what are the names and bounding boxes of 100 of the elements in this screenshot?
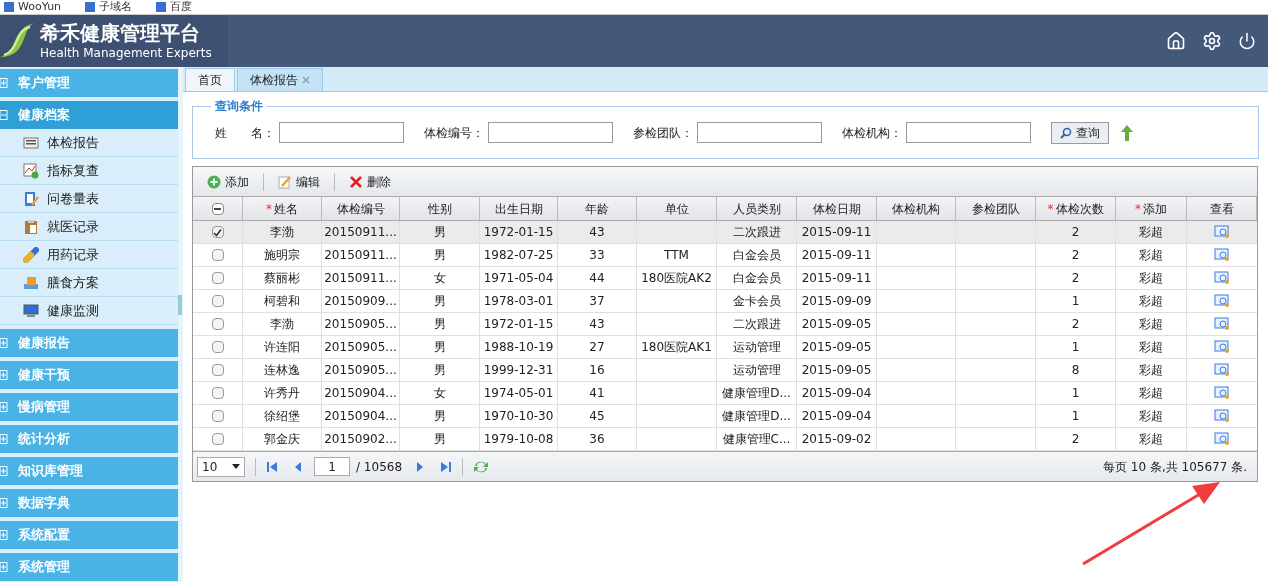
table-row[interactable]: 施明宗 20150911... 男 1982-07-25 33 TTM 白金会员 2015-09-11 2 彩超: [193, 244, 1257, 267]
table-cell-text: 2015-09-04: [801, 385, 872, 402]
view-icon[interactable]: [1214, 409, 1230, 423]
row-checkbox[interactable]: [211, 272, 224, 284]
row-checkbox[interactable]: [211, 341, 224, 353]
table-cell-text: 1971-05-04: [483, 270, 554, 287]
refresh-icon[interactable]: [473, 459, 490, 474]
table-row[interactable]: 柯碧和 20150909... 男 1978-03-01 37 金卡会员 2015-09-09 1 彩超: [193, 290, 1257, 313]
table-cell-text: 彩超: [1139, 247, 1163, 264]
total-pages: / 10568: [356, 458, 403, 476]
column-header[interactable]: * 姓名: [243, 197, 322, 220]
table-cell-text: 男: [433, 408, 446, 425]
column-header[interactable]: 体检日期: [797, 197, 877, 220]
view-icon[interactable]: [1214, 248, 1230, 262]
notepad-icon: [23, 190, 39, 207]
row-checkbox[interactable]: [211, 364, 224, 376]
view-icon[interactable]: [1214, 386, 1230, 400]
monitor-icon: [23, 302, 39, 319]
row-checkbox[interactable]: [211, 318, 224, 330]
toolbar-button[interactable]: 编辑: [274, 172, 324, 191]
select-all-checkbox[interactable]: [211, 202, 224, 215]
input-field[interactable]: [488, 122, 613, 143]
search-button[interactable]: 查询: [1051, 121, 1109, 144]
input-field[interactable]: [697, 122, 822, 143]
column-header[interactable]: 单位: [637, 197, 717, 220]
tab[interactable]: 首页: [185, 68, 235, 91]
column-header[interactable]: 查看: [1187, 197, 1257, 220]
column-header[interactable]: 性别: [400, 197, 480, 220]
column-header[interactable]: 体检机构: [877, 197, 956, 220]
sidebar-item[interactable]: 问卷量表: [0, 185, 178, 213]
table-cell-text: 43: [589, 224, 605, 241]
row-checkbox[interactable]: [211, 387, 224, 399]
table-cell-text: 180医院AK1: [641, 339, 712, 356]
table-row[interactable]: 许连阳 20150905... 男 1988-10-19 27 180医院AK1 运动管理 2015-09-05 1 彩超: [193, 336, 1257, 359]
table-cell-text: 健康管理C...: [722, 431, 791, 448]
collapse-handle[interactable]: [178, 294, 182, 315]
table-row[interactable]: 徐绍堡 20150904... 男 1970-10-30 45 健康管理D... 2015-09-04 1 彩超: [193, 405, 1257, 428]
sidebar-item[interactable]: 膳食方案: [0, 269, 178, 297]
column-header[interactable]: 参检团队: [956, 197, 1036, 220]
table-row[interactable]: 蔡丽彬 20150911... 女 1971-05-04 44 180医院AK2 白金会员 2015-09-11 2 彩超: [193, 267, 1257, 290]
column-header[interactable]: 出生日期: [480, 197, 558, 220]
row-checkbox[interactable]: [211, 295, 224, 307]
view-icon[interactable]: [1214, 294, 1230, 308]
table-row[interactable]: 许秀丹 20150904... 女 1974-05-01 41 健康管理D... 2015-09-04 1 彩超: [193, 382, 1257, 405]
first-page-icon[interactable]: [266, 460, 278, 473]
view-icon[interactable]: [1214, 271, 1230, 285]
dropdown-caret-icon: [232, 464, 240, 469]
input-field[interactable]: [279, 122, 404, 143]
table-row[interactable]: 李渤 20150911... 男 1972-01-15 43 二次跟进 2015-09-11 2 彩超: [193, 221, 1257, 244]
column-header[interactable]: * 体检次数: [1036, 197, 1116, 220]
sidebar-item[interactable]: 用药记录: [0, 241, 178, 269]
table-cell-text: 27: [589, 339, 605, 356]
table-cell-text: 2: [1071, 270, 1080, 287]
bookmark-link[interactable]: WooYun: [4, 0, 62, 14]
input-field[interactable]: [906, 122, 1031, 143]
last-page-icon[interactable]: [440, 460, 453, 473]
table-cell-text: 2015-09-05: [801, 362, 872, 379]
table-cell-text: 44: [589, 270, 605, 287]
page-input[interactable]: 1: [314, 457, 350, 476]
sidebar-item[interactable]: 健康监测: [0, 297, 178, 325]
view-icon[interactable]: [1214, 363, 1230, 377]
view-icon[interactable]: [1214, 340, 1230, 354]
sidebar-item[interactable]: 体检报告: [0, 129, 178, 157]
settings-icon[interactable]: [1202, 31, 1222, 51]
view-icon[interactable]: [1214, 432, 1230, 446]
column-header[interactable]: 年龄: [558, 197, 637, 220]
delete-icon: [349, 174, 363, 189]
row-checkbox[interactable]: [211, 226, 224, 238]
row-checkbox[interactable]: [211, 249, 224, 261]
table-row[interactable]: 连林逸 20150905... 男 1999-12-31 16 运动管理 2015-09-05 8 彩超: [193, 359, 1257, 382]
view-icon[interactable]: [1214, 225, 1230, 239]
bookmark-link[interactable]: 百度: [156, 0, 193, 14]
power-icon[interactable]: [1238, 32, 1256, 50]
close-icon[interactable]: [302, 76, 310, 84]
table-cell-text: 运动管理: [732, 362, 781, 379]
column-header[interactable]: 人员类别: [717, 197, 797, 220]
row-checkbox[interactable]: [211, 410, 224, 422]
column-header[interactable]: * 添加: [1116, 197, 1187, 220]
table-cell-text: 1972-01-15: [483, 224, 554, 241]
tab[interactable]: 体检报告: [237, 68, 323, 91]
table-cell-text: 蔡丽彬: [264, 270, 300, 287]
table-cell-text: 20150911...: [324, 270, 397, 287]
row-checkbox[interactable]: [211, 433, 224, 445]
table-cell-text: 彩超: [1139, 293, 1163, 310]
view-icon[interactable]: [1214, 317, 1230, 331]
table-row[interactable]: 李渤 20150905... 男 1972-01-15 43 二次跟进 2015-09-05 2 彩超: [193, 313, 1257, 336]
page-size-select[interactable]: 10: [197, 456, 245, 477]
bookmark-link[interactable]: 子域名: [85, 0, 133, 14]
toolbar-button[interactable]: 添加: [203, 172, 253, 191]
toolbar-button[interactable]: 删除: [345, 172, 395, 191]
sidebar-item[interactable]: 就医记录: [0, 213, 178, 241]
table-cell-text: 2: [1071, 224, 1080, 241]
table-cell-text: 1: [1071, 339, 1080, 356]
table-cell-text: 彩超: [1139, 408, 1163, 425]
add-icon: [207, 174, 221, 189]
table-row[interactable]: 郭金庆 20150902... 男 1979-10-08 36 健康管理C... 2015-09-02 2 彩超: [193, 428, 1257, 451]
sidebar-item[interactable]: 指标复查: [0, 157, 178, 185]
up-arrow-icon[interactable]: [1121, 124, 1133, 141]
home-icon[interactable]: [1166, 31, 1186, 51]
column-header[interactable]: 体检编号: [322, 197, 400, 220]
